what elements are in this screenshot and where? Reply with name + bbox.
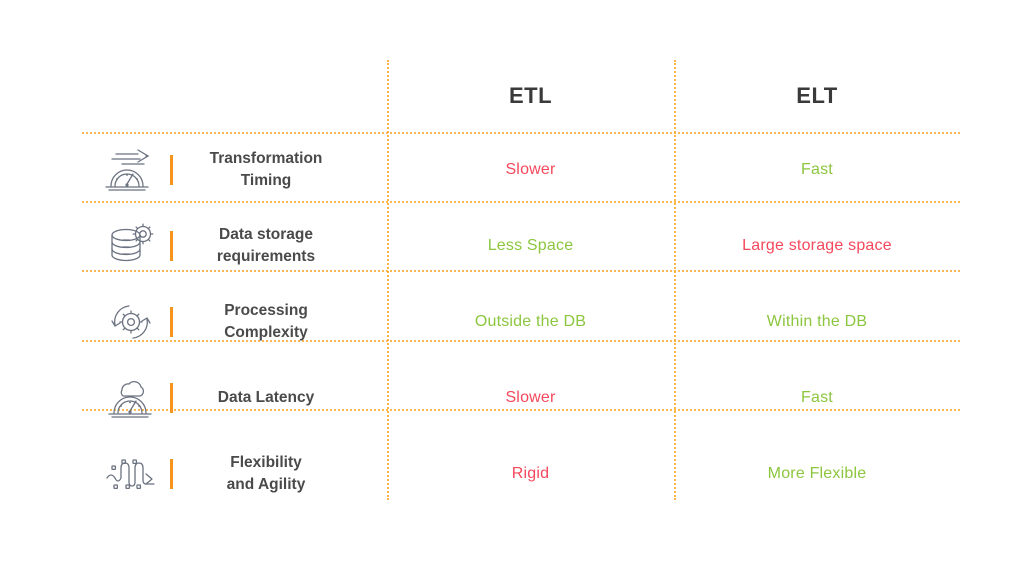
row-accent-bar (170, 307, 173, 337)
database-gear-icon (92, 223, 170, 269)
row-label-line1: Transformation (209, 150, 323, 167)
cell-etl: Less Space (387, 208, 674, 284)
cell-value-elt: Fast (801, 389, 833, 406)
row-label-line1: Processing (224, 302, 308, 319)
cell-value-etl: Less Space (487, 237, 574, 254)
comparison-table: ETL ELT Transformation Timing Slower Fas… (82, 60, 960, 512)
speedometer-arrow-icon (92, 148, 170, 192)
cell-value-elt: More Flexible (767, 465, 867, 482)
cell-value-etl: Slower (505, 389, 556, 406)
cell-value-etl: Rigid (511, 465, 550, 482)
header-label-elt: ELT (796, 83, 838, 108)
row-accent-bar (170, 383, 173, 413)
cell-elt: More Flexible (674, 436, 960, 512)
row-label-line1: Data Latency (217, 389, 315, 406)
row-label-line1: Data storage (219, 226, 313, 243)
row-label-text: Transformation Timing (179, 148, 387, 192)
table-header-row: ETL ELT (82, 60, 960, 132)
cell-etl: Outside the DB (387, 284, 674, 360)
table-row: Data storage requirements Less Space Lar… (82, 208, 960, 284)
cell-etl: Rigid (387, 436, 674, 512)
row-label-line2: Complexity (224, 324, 308, 341)
row-label-line2: and Agility (226, 476, 306, 493)
row-label-cell: Processing Complexity (82, 284, 387, 360)
row-label-line1: Flexibility (230, 454, 302, 471)
row-label-cell: Data Latency (82, 360, 387, 436)
gear-cycle-icon (92, 299, 170, 345)
cell-elt: Within the DB (674, 284, 960, 360)
row-label-text: Data Latency (179, 387, 387, 409)
cell-value-elt: Fast (801, 161, 833, 178)
cell-elt: Fast (674, 132, 960, 208)
row-label-cell: Data storage requirements (82, 208, 387, 284)
row-label-text: Processing Complexity (179, 300, 387, 344)
flexible-path-arrow-icon (92, 452, 170, 496)
row-accent-bar (170, 231, 173, 261)
table-row: Flexibility and Agility Rigid More Flexi… (82, 436, 960, 512)
cell-etl: Slower (387, 360, 674, 436)
row-label-cell: Flexibility and Agility (82, 436, 387, 512)
cell-etl: Slower (387, 132, 674, 208)
table-row: Processing Complexity Outside the DB Wit… (82, 284, 960, 360)
cell-elt: Fast (674, 360, 960, 436)
row-accent-bar (170, 459, 173, 489)
row-label-line2: requirements (216, 248, 316, 265)
table-row: Data Latency Slower Fast (82, 360, 960, 436)
row-label-text: Data storage requirements (179, 224, 387, 268)
comparison-table-canvas: ETL ELT Transformation Timing Slower Fas… (0, 0, 1024, 577)
table-row: Transformation Timing Slower Fast (82, 132, 960, 208)
row-label-text: Flexibility and Agility (179, 452, 387, 496)
row-label-line2: Timing (240, 172, 292, 189)
row-label-cell: Transformation Timing (82, 132, 387, 208)
gauge-cloud-icon (92, 375, 170, 421)
cell-value-etl: Outside the DB (474, 313, 587, 330)
header-cell-elt: ELT (674, 60, 960, 132)
header-cell-etl: ETL (387, 60, 674, 132)
row-accent-bar (170, 155, 173, 185)
cell-value-elt: Within the DB (766, 313, 868, 330)
header-cell-criteria (82, 60, 387, 132)
cell-value-elt: Large storage space (742, 237, 892, 254)
cell-elt: Large storage space (674, 208, 960, 284)
cell-value-etl: Slower (505, 161, 556, 178)
header-label-etl: ETL (508, 83, 553, 108)
